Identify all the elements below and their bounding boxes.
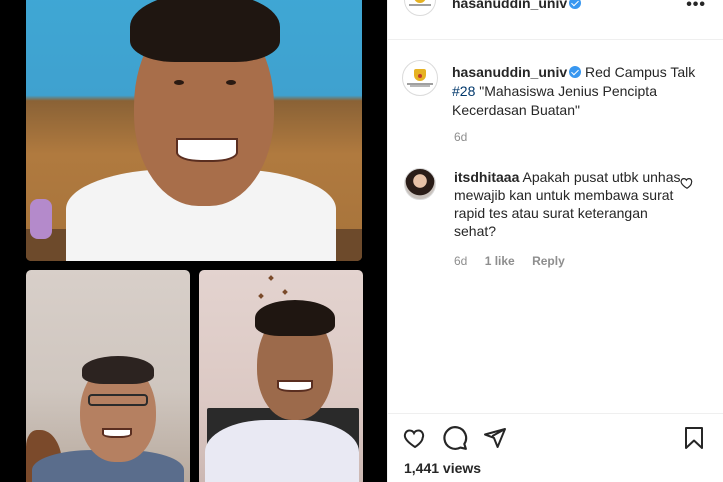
person-shirt: [205, 420, 359, 482]
comment-meta: 6d 1 like Reply: [454, 254, 579, 268]
person-smile: [176, 138, 238, 162]
logo-detail: [410, 85, 430, 88]
caption-timestamp[interactable]: 6d: [454, 130, 467, 144]
background-toy: [30, 199, 52, 239]
post-header: hasanuddin_univ •••: [388, 0, 723, 40]
wall-ornament: [282, 289, 288, 295]
person-smile: [102, 428, 132, 438]
paper-plane-icon[interactable]: [482, 426, 508, 450]
heart-icon[interactable]: [402, 426, 428, 450]
person-smile: [277, 380, 313, 392]
video-media[interactable]: [0, 0, 387, 482]
verified-badge-icon: [569, 66, 582, 78]
bookmark-icon[interactable]: [682, 425, 706, 451]
post-caption: hasanuddin_univ Red Campus Talk #28 "Mah…: [452, 63, 712, 120]
caption-prefix: Red Campus Talk: [585, 64, 696, 80]
comment-reply-button[interactable]: Reply: [532, 254, 565, 268]
person-hair: [130, 0, 280, 62]
caption-username[interactable]: hasanuddin_univ: [452, 64, 567, 80]
person-glasses: [88, 394, 148, 406]
logo-detail: [407, 82, 433, 85]
video-tile-host: [26, 0, 362, 261]
caption-hashtag-link[interactable]: #28: [452, 83, 475, 99]
author-avatar[interactable]: [404, 0, 436, 16]
post-actions-bar: 1,441 views: [388, 413, 723, 482]
comment-like-count[interactable]: 1 like: [485, 254, 515, 268]
comment-body: itsdhitaaa Apakah pusat utbk unhas mewaj…: [454, 168, 684, 240]
comment-bubble-icon[interactable]: [442, 425, 468, 451]
wall-ornament: [258, 293, 264, 299]
comment-like-heart-icon[interactable]: [680, 176, 694, 190]
logo-detail: [409, 4, 431, 7]
comment-username[interactable]: itsdhitaaa: [454, 169, 519, 185]
header-username[interactable]: hasanuddin_univ: [452, 0, 582, 11]
wall-ornament: [268, 275, 274, 281]
university-logo-icon: [414, 0, 426, 3]
commenter-avatar[interactable]: [404, 168, 436, 200]
caption-author-avatar[interactable]: [402, 60, 438, 96]
view-count[interactable]: 1,441 views: [404, 460, 481, 476]
video-tile-guest-right: [199, 270, 363, 482]
post-panel: hasanuddin_univ ••• hasanuddin_univ Red …: [387, 0, 723, 482]
person-hair: [255, 300, 335, 336]
more-options-icon[interactable]: •••: [686, 0, 706, 14]
video-tile-guest-left: [26, 270, 190, 482]
comment-timestamp[interactable]: 6d: [454, 254, 467, 268]
verified-badge-icon: [569, 0, 582, 9]
logo-detail: [418, 73, 422, 78]
header-username-text[interactable]: hasanuddin_univ: [452, 0, 567, 11]
person-hair: [82, 356, 154, 384]
person-eye-right: [226, 80, 236, 85]
person-eye-left: [174, 80, 184, 85]
caption-body: "Mahasiswa Jenius Pencipta Kecerdasan Bu…: [452, 83, 657, 118]
